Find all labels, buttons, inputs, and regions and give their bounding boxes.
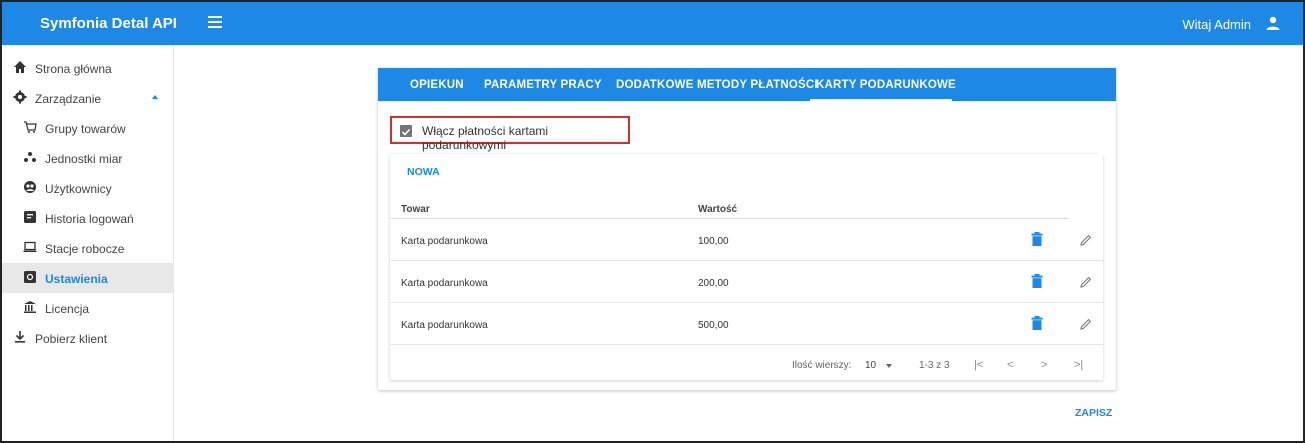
table-row: Karta podarunkowa 200,00	[390, 261, 1103, 303]
history-icon	[24, 211, 36, 223]
last-page-icon[interactable]: >|	[1074, 359, 1083, 371]
tab-parametry-pracy[interactable]: PARAMETRY PRACY	[484, 79, 602, 91]
home-icon	[14, 61, 26, 73]
chevron-down-icon[interactable]	[886, 364, 892, 368]
prev-page-icon[interactable]: <	[1007, 359, 1013, 371]
rows-per-page-label: Ilość wierszy:	[792, 360, 852, 371]
sidebar-item-pobierz-klient[interactable]: Pobierz klient	[2, 323, 173, 353]
download-icon	[15, 331, 25, 343]
cell-towar: Karta podarunkowa	[401, 236, 488, 247]
users-icon	[24, 181, 36, 193]
checkbox[interactable]	[400, 125, 412, 137]
active-tab-indicator	[810, 99, 952, 101]
sidebar-item-jednostki-miar[interactable]: Jednostki miar	[2, 143, 173, 173]
next-page-icon[interactable]: >	[1041, 359, 1047, 371]
app-title[interactable]: Symfonia Detal API	[40, 15, 177, 32]
check-icon	[401, 128, 411, 136]
add-new-button[interactable]: NOWA	[407, 166, 440, 178]
sidebar-item-uzytkownicy[interactable]: Użytkownicy	[2, 173, 173, 203]
sidebar-item-label: Grupy towarów	[45, 122, 126, 136]
tab-opiekun[interactable]: OPIEKUN	[410, 79, 464, 91]
sidebar-item-label: Stacje robocze	[45, 242, 125, 256]
tab-dodatkowe-metody-platnosci[interactable]: DODATKOWE METODY PŁATNOŚCI	[616, 79, 818, 91]
cell-towar: Karta podarunkowa	[401, 320, 488, 331]
cell-wartosc: 500,00	[698, 320, 729, 331]
chevron-up-icon	[152, 95, 158, 99]
sidebar-item-home[interactable]: Strona główna	[2, 53, 173, 83]
sidebar-item-ustawienia[interactable]: Ustawienia	[2, 263, 173, 293]
settings-card: OPIEKUN PARAMETRY PRACY DODATKOWE METODY…	[378, 68, 1116, 390]
user-icon[interactable]	[1265, 15, 1281, 31]
edit-icon[interactable]	[1080, 234, 1092, 246]
bank-icon	[24, 301, 36, 313]
table-row: Karta podarunkowa 500,00	[390, 303, 1103, 345]
column-header-towar[interactable]: Towar	[401, 204, 430, 215]
laptop-icon	[23, 241, 37, 252]
save-button[interactable]: ZAPISZ	[1075, 407, 1112, 419]
sidebar-item-label: Jednostki miar	[45, 152, 123, 166]
gift-card-toggle[interactable]: Włącz płatności kartami podarunkowymi	[390, 116, 630, 152]
settings-icon	[24, 271, 36, 283]
sidebar-item-label: Historia logowań	[45, 212, 134, 226]
sidebar-item-label: Zarządzanie	[35, 92, 102, 106]
edit-icon[interactable]	[1080, 276, 1092, 288]
pagination-range: 1-3 z 3	[919, 360, 950, 371]
sidebar-item-label: Licencja	[45, 302, 90, 316]
app-bar: Symfonia Detal API Witaj Admin	[2, 2, 1303, 45]
sidebar-item-label: Pobierz klient	[35, 332, 108, 346]
sidebar-item-stacje-robocze[interactable]: Stacje robocze	[2, 233, 173, 263]
edit-icon[interactable]	[1080, 318, 1092, 330]
cell-wartosc: 100,00	[698, 236, 729, 247]
first-page-icon[interactable]: |<	[974, 359, 983, 371]
welcome-text[interactable]: Witaj Admin	[1182, 17, 1251, 32]
tab-karty-podarunkowe[interactable]: KARTY PODARUNKOWE	[816, 79, 956, 91]
sidebar-item-grupy-towarow[interactable]: Grupy towarów	[2, 113, 173, 143]
sidebar-item-historia-logowan[interactable]: Historia logowań	[2, 203, 173, 233]
cell-wartosc: 200,00	[698, 278, 729, 289]
app-frame: Symfonia Detal API Witaj Admin Strona gł…	[0, 0, 1305, 443]
cell-towar: Karta podarunkowa	[401, 278, 488, 289]
gear-icon	[13, 90, 27, 104]
menu-icon[interactable]	[208, 16, 222, 28]
sidebar-item-label: Strona główna	[35, 62, 112, 76]
checkbox-label: Włącz płatności kartami podarunkowymi	[422, 124, 549, 152]
table-row: Karta podarunkowa 100,00	[390, 219, 1103, 261]
column-header-wartosc[interactable]: Wartość	[698, 204, 737, 215]
sidebar-item-label: Ustawienia	[45, 272, 108, 286]
sidebar: Strona główna Zarządzanie Grupy towarów …	[2, 45, 174, 441]
sidebar-item-zarzadzanie[interactable]: Zarządzanie	[2, 83, 173, 113]
delete-icon[interactable]	[1031, 274, 1043, 288]
delete-icon[interactable]	[1031, 232, 1043, 246]
sidebar-item-label: Użytkownicy	[45, 182, 112, 196]
delete-icon[interactable]	[1031, 316, 1043, 330]
units-icon	[24, 152, 36, 162]
rows-per-page-select[interactable]: 10	[865, 360, 876, 371]
cart-icon	[24, 121, 37, 133]
tab-bar: OPIEKUN PARAMETRY PRACY DODATKOWE METODY…	[378, 68, 1116, 101]
sidebar-item-licencja[interactable]: Licencja	[2, 293, 173, 323]
gift-card-table-card: NOWA Towar Wartość Karta podarunkowa 100…	[390, 154, 1103, 380]
